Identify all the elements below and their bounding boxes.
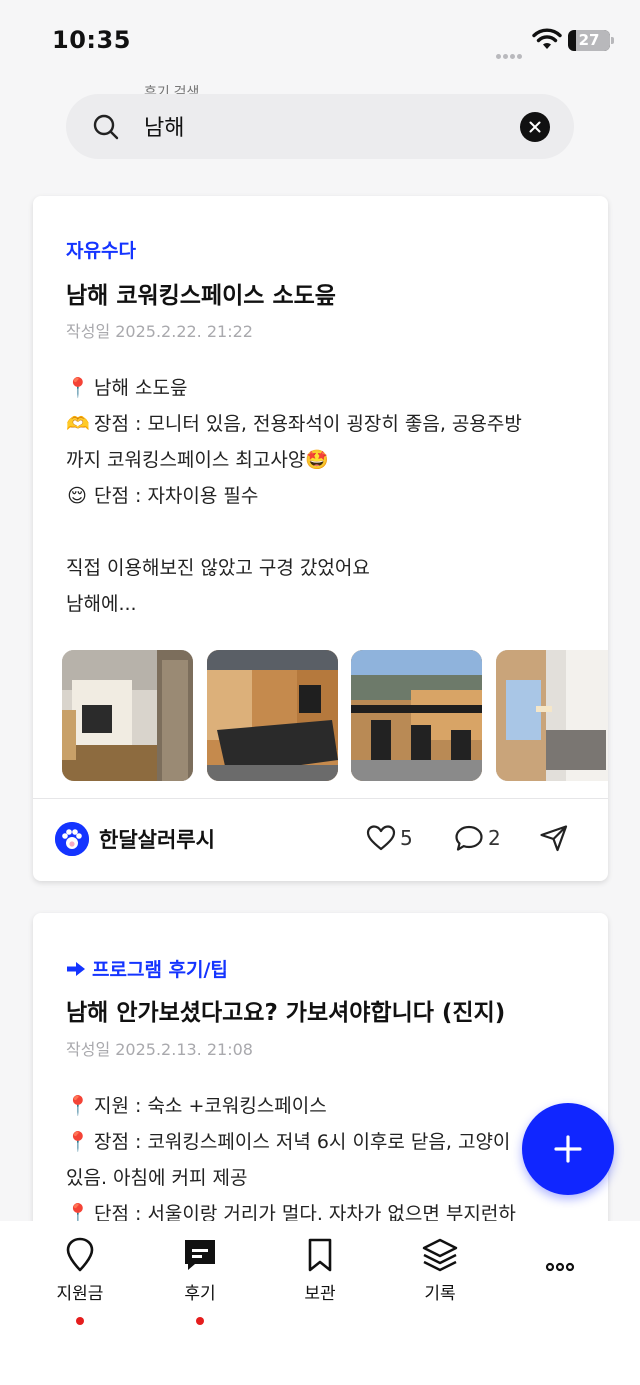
like-button[interactable]: 5 — [366, 824, 413, 852]
nav-label: 지원금 — [56, 1284, 104, 1304]
notification-dot — [196, 1317, 204, 1325]
post-title[interactable]: 남해 안가보셨다고요? 가보셔야합니다 (진지) — [66, 993, 505, 1027]
post-date: 작성일 2025.2.22. 21:22 — [66, 322, 253, 341]
bookmark-icon — [308, 1238, 332, 1272]
post-line: 까지 코워킹스페이스 최고사양🤩 — [66, 449, 329, 471]
post-line-blank — [66, 514, 586, 550]
close-icon — [529, 121, 541, 133]
pin-icon: 📍 — [66, 377, 90, 399]
like-count: 5 — [400, 826, 413, 850]
post-photo[interactable] — [496, 650, 608, 781]
nav-item-records[interactable]: 기록 — [400, 1237, 480, 1304]
nav-item-more[interactable] — [520, 1237, 600, 1279]
pin-icon: 📍 — [66, 1131, 90, 1153]
post-photo[interactable] — [351, 650, 482, 781]
post-line: 있음. 아침에 커피 제공 — [66, 1167, 248, 1189]
comment-icon — [455, 825, 483, 851]
comment-button[interactable]: 2 — [454, 824, 501, 852]
heart-icon — [366, 825, 396, 851]
clear-search-button[interactable] — [520, 112, 550, 142]
heart-hands-icon: 🫶 — [66, 413, 90, 435]
nav-label: 보관 — [304, 1284, 336, 1304]
post-line: 📍 남해 소도읖 — [66, 370, 586, 406]
arrow-right-icon — [67, 961, 85, 976]
wifi-icon — [532, 28, 562, 49]
post-body[interactable]: 📍 남해 소도읖 🫶 장점 : 모니터 있음, 전용좌석이 굉장히 좋음, 공용주방… — [66, 370, 586, 622]
post-category[interactable]: 자유수다 — [66, 236, 136, 263]
post-line: 📍 장점 : 코워킹스페이스 저녁 6시 이후로 닫음, 고양이 — [66, 1124, 586, 1160]
plus-icon — [554, 1135, 582, 1163]
map-pin-icon — [66, 1237, 94, 1272]
chat-bubble-icon — [185, 1240, 215, 1270]
post-line: 직접 이용해보진 않았고 구경 갔었어요 — [66, 557, 370, 579]
post-body[interactable]: 📍 지원 : 숙소 +코워킹스페이스 📍 장점 : 코워킹스페이스 저녁 6시 이후… — [66, 1088, 586, 1232]
photo-strip[interactable] — [62, 650, 608, 781]
post-line: 🫶 장점 : 모니터 있음, 전용좌석이 굉장히 좋음, 공용주방 — [66, 406, 586, 442]
post-category[interactable]: 프로그램 후기/팁 — [66, 955, 228, 982]
share-button[interactable] — [539, 824, 573, 852]
more-icon — [545, 1262, 575, 1272]
nav-item-subsidy[interactable]: 지원금 — [40, 1237, 120, 1325]
battery-level: 27 — [578, 31, 600, 49]
relieved-face-icon: 😌 — [67, 485, 87, 507]
post-actions: 5 2 — [33, 824, 608, 856]
search-bar[interactable] — [66, 94, 574, 159]
pin-icon: 📍 — [66, 1095, 90, 1117]
layers-icon — [422, 1238, 458, 1272]
post-card[interactable]: 프로그램 후기/팁 남해 안가보셨다고요? 가보셔야합니다 (진지) 작성일 2… — [33, 913, 608, 1243]
post-photo[interactable] — [207, 650, 338, 781]
post-date: 작성일 2025.2.13. 21:08 — [66, 1040, 253, 1059]
nav-label: 기록 — [424, 1284, 456, 1304]
post-card[interactable]: 자유수다 남해 코워킹스페이스 소도읖 작성일 2025.2.22. 21:22… — [33, 196, 608, 881]
status-time: 10:35 — [52, 26, 131, 54]
search-input[interactable] — [144, 108, 504, 144]
notification-dot — [76, 1317, 84, 1325]
nav-item-saved[interactable]: 보관 — [280, 1237, 360, 1304]
post-line: 남해에... — [66, 593, 137, 615]
post-line: 📍 지원 : 숙소 +코워킹스페이스 — [66, 1088, 586, 1124]
create-post-button[interactable] — [522, 1103, 614, 1195]
post-line: 😌 단점 : 자차이용 필수 — [66, 478, 586, 514]
post-photo[interactable] — [62, 650, 193, 781]
bottom-nav: 지원금 후기 보관 기록 — [0, 1221, 640, 1385]
battery-icon: 27 — [568, 30, 614, 51]
post-title[interactable]: 남해 코워킹스페이스 소도읖 — [66, 276, 336, 310]
nav-label: 후기 — [184, 1284, 216, 1304]
status-bar: 10:35 27 — [0, 0, 640, 82]
nav-item-reviews[interactable]: 후기 — [160, 1237, 240, 1325]
signal-icon — [496, 44, 524, 59]
send-icon — [540, 825, 568, 852]
comment-count: 2 — [488, 826, 501, 850]
card-divider — [33, 798, 608, 799]
search-icon — [93, 114, 119, 140]
